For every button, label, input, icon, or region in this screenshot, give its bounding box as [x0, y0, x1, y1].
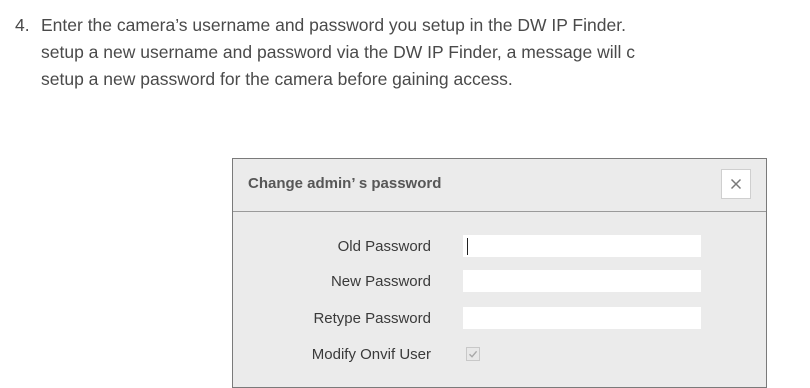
modify-onvif-row: Modify Onvif User: [233, 343, 766, 367]
retype-password-input[interactable]: [463, 307, 701, 329]
instruction-line: setup a new password for the camera befo…: [41, 69, 513, 89]
modify-onvif-checkbox[interactable]: [466, 347, 480, 361]
modify-onvif-label: Modify Onvif User: [311, 346, 431, 363]
instruction-line: Enter the camera’s username and password…: [41, 15, 626, 35]
close-icon: [730, 178, 742, 190]
instruction-text: Enter the camera’s username and password…: [41, 12, 635, 93]
new-password-row: New Password: [233, 270, 766, 294]
text-cursor: [467, 238, 468, 255]
checkmark-icon: [469, 350, 478, 358]
old-password-input[interactable]: [463, 235, 701, 257]
instruction-line: setup a new username and password via th…: [41, 42, 635, 62]
new-password-label: New Password: [330, 273, 431, 290]
dialog-header: Change admin’ s password: [233, 159, 766, 212]
retype-password-label: Retype Password: [313, 310, 431, 327]
instruction-step: 4. Enter the camera’s username and passw…: [15, 12, 810, 93]
old-password-label: Old Password: [337, 238, 431, 255]
change-password-dialog: Change admin’ s password Old Password Ne…: [232, 158, 767, 388]
step-number: 4.: [15, 15, 30, 35]
old-password-row: Old Password: [233, 235, 766, 259]
close-button[interactable]: [721, 169, 751, 199]
new-password-input[interactable]: [463, 270, 701, 292]
retype-password-row: Retype Password: [233, 307, 766, 331]
dialog-title: Change admin’ s password: [248, 175, 442, 192]
